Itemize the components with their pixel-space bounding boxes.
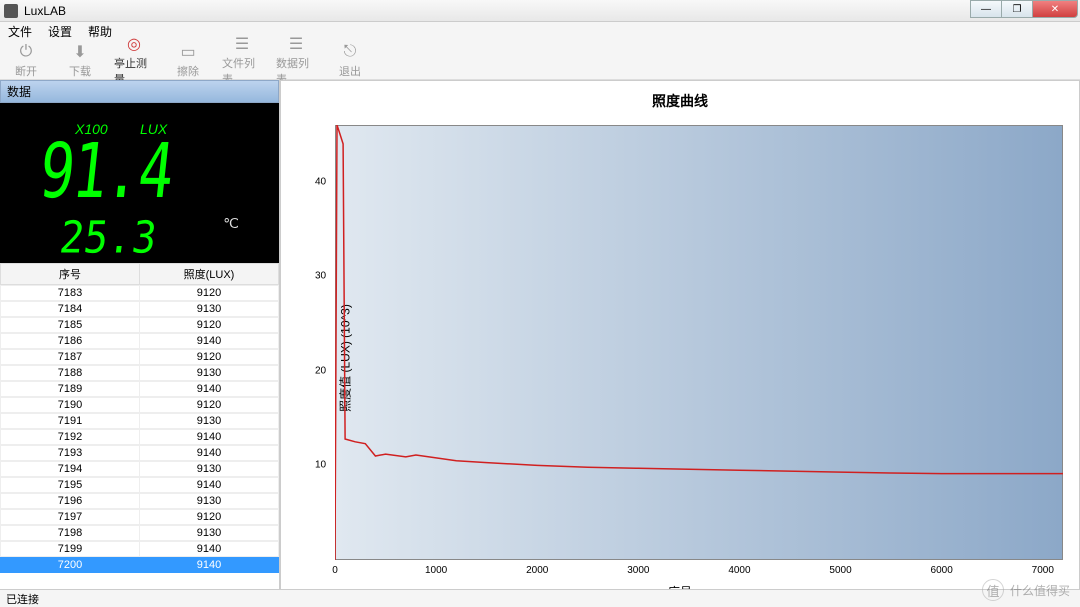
table-row[interactable]: 71859120 (0, 317, 279, 333)
table-row[interactable]: 71899140 (0, 381, 279, 397)
table-row[interactable]: 72009140 (0, 557, 279, 573)
col-seq[interactable]: 序号 (1, 264, 140, 285)
chart-area[interactable]: 照度值 (LUX) (10^3) 序号 10203040010002000300… (287, 115, 1073, 600)
toolbar-datalist[interactable]: ☰数据列表 (276, 33, 316, 87)
table-row[interactable]: 71909120 (0, 397, 279, 413)
table-row[interactable]: 71919130 (0, 413, 279, 429)
table-row[interactable]: 71879120 (0, 349, 279, 365)
menu-settings[interactable]: 设置 (48, 23, 72, 40)
lcd-display: X100 LUX 91.4 25.3 ℃ (0, 103, 279, 263)
x-tick: 1000 (425, 565, 447, 576)
x-tick: 2000 (526, 565, 548, 576)
chart-title: 照度曲线 (287, 87, 1073, 115)
lcd-temp-unit: ℃ (223, 215, 239, 232)
lifebuoy-icon: ◎ (123, 33, 145, 55)
x-tick: 5000 (829, 565, 851, 576)
toolbar-disconnect[interactable]: ⏻断开 (6, 41, 46, 79)
x-tick: 6000 (931, 565, 953, 576)
y-tick: 20 (315, 365, 326, 376)
table-row[interactable]: 71869140 (0, 333, 279, 349)
download-icon: ⬇ (69, 41, 91, 63)
titlebar: LuxLAB — ❐ ✕ (0, 0, 1080, 22)
statusbar: 已连接 (0, 589, 1080, 607)
left-panel: 数据 X100 LUX 91.4 25.3 ℃ 序号 照度(LUX) 71839… (0, 80, 280, 607)
toolbar-download[interactable]: ⬇下载 (60, 41, 100, 79)
eraser-icon: ▭ (177, 41, 199, 63)
watermark-icon: 值 (982, 579, 1004, 601)
menu-file[interactable]: 文件 (8, 23, 32, 40)
toolbar: ⏻断开 ⬇下载 ◎亭止测量 ▭擦除 ☰文件列表 ☰数据列表 ⎋退出 (0, 40, 1080, 80)
menubar: 文件 设置 帮助 (0, 22, 1080, 40)
watermark-text: 什么值得买 (1010, 582, 1070, 599)
watermark: 值 什么值得买 (982, 579, 1070, 601)
window-title: LuxLAB (24, 4, 1076, 18)
status-text: 已连接 (6, 594, 39, 606)
x-tick: 0 (332, 565, 338, 576)
toolbar-filelist[interactable]: ☰文件列表 (222, 33, 262, 87)
x-tick: 3000 (627, 565, 649, 576)
table-row[interactable]: 71889130 (0, 365, 279, 381)
table-row[interactable]: 71929140 (0, 429, 279, 445)
toolbar-stop[interactable]: ◎亭止测量 (114, 33, 154, 87)
table-row[interactable]: 71839120 (0, 285, 279, 301)
close-button[interactable]: ✕ (1032, 0, 1078, 18)
table-row[interactable]: 71989130 (0, 525, 279, 541)
y-tick: 40 (315, 176, 326, 187)
table-row[interactable]: 71949130 (0, 461, 279, 477)
data-panel-header: 数据 (0, 80, 279, 103)
lcd-main-value: 91.4 (35, 127, 176, 215)
table-row[interactable]: 71849130 (0, 301, 279, 317)
datalist-icon: ☰ (285, 33, 307, 55)
table-row[interactable]: 71959140 (0, 477, 279, 493)
table-body[interactable]: 7183912071849130718591207186914071879120… (0, 285, 279, 573)
table-row[interactable]: 71979120 (0, 509, 279, 525)
col-lux[interactable]: 照度(LUX) (140, 264, 279, 285)
minimize-button[interactable]: — (970, 0, 1002, 18)
maximize-button[interactable]: ❐ (1001, 0, 1033, 18)
y-tick: 10 (315, 460, 326, 471)
plug-icon: ⏻ (15, 41, 37, 63)
x-tick: 7000 (1032, 565, 1054, 576)
table-row[interactable]: 71939140 (0, 445, 279, 461)
chart-panel: 照度曲线 照度值 (LUX) (10^3) 序号 102030400100020… (280, 80, 1080, 607)
filelist-icon: ☰ (231, 33, 253, 55)
table-row[interactable]: 71969130 (0, 493, 279, 509)
y-tick: 30 (315, 271, 326, 282)
data-table: 序号 照度(LUX) 71839120718491307185912071869… (0, 263, 279, 607)
exit-icon: ⎋ (339, 41, 361, 63)
x-tick: 4000 (728, 565, 750, 576)
table-row[interactable]: 71999140 (0, 541, 279, 557)
toolbar-exit[interactable]: ⎋退出 (330, 41, 370, 79)
chart-line (335, 125, 1063, 560)
app-icon (4, 4, 18, 18)
lcd-temp-value: 25.3 (57, 213, 160, 264)
menu-help[interactable]: 帮助 (88, 23, 112, 40)
toolbar-clear[interactable]: ▭擦除 (168, 41, 208, 79)
